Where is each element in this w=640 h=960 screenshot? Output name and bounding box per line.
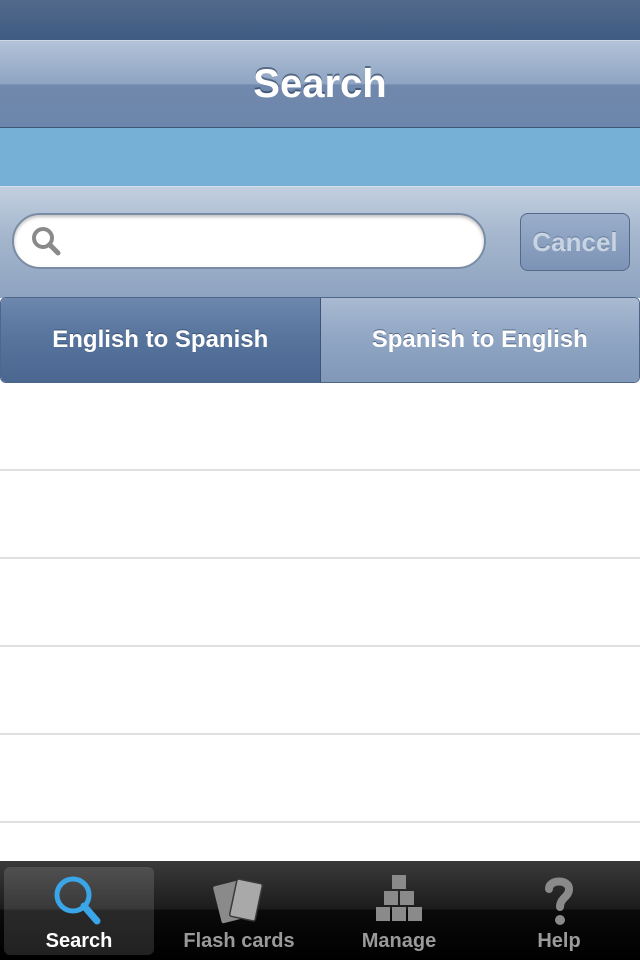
search-input[interactable] (72, 223, 476, 261)
question-mark-icon (545, 877, 574, 925)
page-title: Search (253, 62, 387, 106)
tab-flash-cards[interactable]: Flash cards (164, 867, 314, 955)
search-icon (32, 227, 61, 256)
tab-search[interactable]: Search (4, 867, 154, 955)
boxes-stack-icon (376, 875, 422, 921)
tab-bar: Search Flash cards Manage Help (0, 861, 640, 960)
list-item[interactable] (0, 735, 640, 823)
search-icon (54, 876, 101, 925)
search-field[interactable] (12, 213, 486, 269)
tab-label: Manage (361, 930, 437, 952)
flash-cards-icon (213, 878, 264, 924)
language-direction-segmented-control: English to Spanish Spanish to English (0, 297, 640, 383)
tab-label: Help (537, 930, 581, 952)
tab-label: Search (45, 930, 113, 952)
list-item[interactable] (0, 647, 640, 735)
tab-label: Flash cards (183, 930, 295, 952)
list-item[interactable] (0, 823, 640, 861)
blue-banner-strip (0, 128, 640, 186)
segment-english-to-spanish[interactable]: English to Spanish (1, 298, 321, 382)
tab-help[interactable]: Help (484, 867, 634, 955)
cancel-button[interactable]: Cancel (520, 213, 630, 271)
status-bar (0, 0, 640, 40)
segment-spanish-to-english[interactable]: Spanish to English (320, 298, 639, 382)
search-bar: Cancel (0, 186, 640, 298)
list-item[interactable] (0, 559, 640, 647)
tab-manage[interactable]: Manage (324, 867, 474, 955)
list-item[interactable] (0, 383, 640, 471)
results-list (0, 383, 640, 861)
navigation-bar: Search (0, 40, 640, 128)
list-item[interactable] (0, 471, 640, 559)
